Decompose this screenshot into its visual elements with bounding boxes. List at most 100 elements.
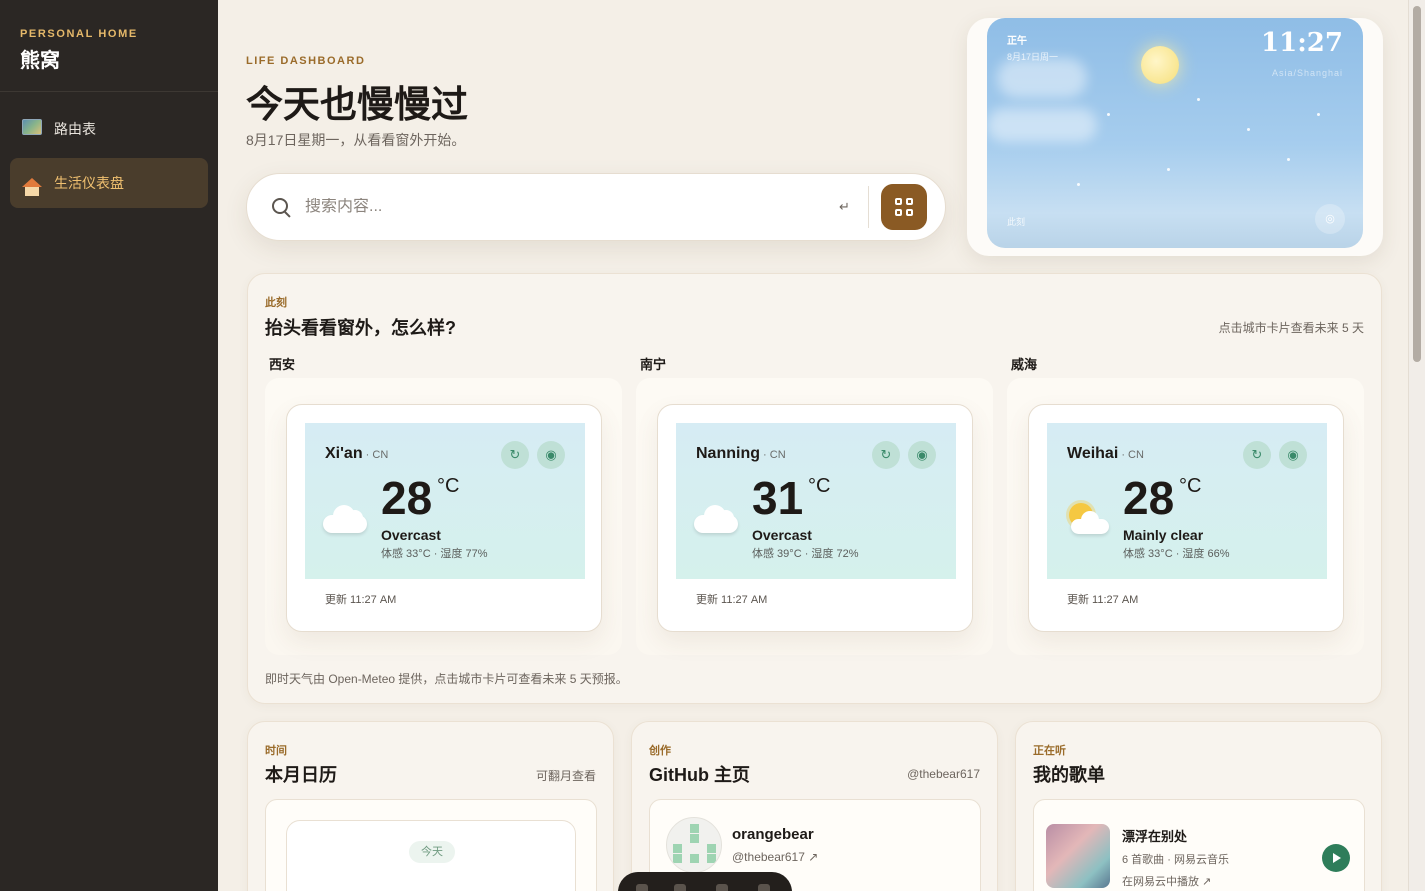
github-panel: 创作 GitHub 主页 @thebear617 orangebear @the… xyxy=(631,721,998,891)
house-icon xyxy=(22,173,42,196)
star-decoration xyxy=(1317,113,1320,116)
search-icon xyxy=(271,197,291,217)
clock-settings-button[interactable]: ◎ xyxy=(1315,204,1345,234)
sidebar-nav: 路由表 生活仪表盘 xyxy=(0,92,218,224)
hero-kicker: LIFE DASHBOARD xyxy=(246,55,366,67)
page-title: 今天也慢慢过 xyxy=(246,84,468,125)
weather-card-weihai[interactable]: Weihai · CN ↻ ◉ 28 °C Mainly clear 体感 33… xyxy=(1028,404,1344,632)
search-input[interactable] xyxy=(305,198,825,216)
weather-feels-like: 体感 33°C · 湿度 66% xyxy=(1123,548,1230,560)
github-handle-link[interactable]: @thebear617 ↗ xyxy=(732,850,818,864)
play-button[interactable] xyxy=(1322,844,1350,872)
weather-card-xian[interactable]: Xi'an · CN ↻ ◉ 28 °C Overcast 体感 33°C · … xyxy=(286,404,602,632)
weather-panel: 此刻 抬头看看窗外，怎么样? 点击城市卡片查看未来 5 天 西安 Xi'an ·… xyxy=(247,273,1382,704)
weather-description: Overcast xyxy=(752,527,812,543)
weather-city-name: Weihai · CN xyxy=(1067,445,1144,462)
mic-icon[interactable] xyxy=(636,884,648,891)
weather-card-body: Nanning · CN ↻ ◉ 31 °C Overcast 体感 39°C … xyxy=(676,423,956,579)
netease-link[interactable]: 在网易云中播放 ↗ xyxy=(1122,873,1211,889)
brand-subtitle: PERSONAL HOME xyxy=(20,28,138,40)
brand: PERSONAL HOME 熊窝 xyxy=(0,0,218,92)
cast-icon[interactable] xyxy=(674,884,686,891)
weather-country: · CN xyxy=(760,449,786,461)
map-icon xyxy=(22,119,42,139)
sidebar-item-label: 路由表 xyxy=(54,121,96,137)
sun-icon xyxy=(1141,46,1179,84)
calendar-panel: 时间 本月日历 可翻月查看 今天 xyxy=(247,721,614,891)
weather-unit: °C xyxy=(437,475,460,497)
brand-name: 熊窝 xyxy=(20,50,60,72)
star-decoration xyxy=(1287,158,1290,161)
settings-icon[interactable] xyxy=(758,884,770,891)
weather-hint: 点击城市卡片查看未来 5 天 xyxy=(1218,321,1364,335)
playlist-meta: 6 首歌曲 · 网易云音乐 xyxy=(1122,854,1229,866)
city-column-xian: 西安 Xi'an · CN ↻ ◉ 28 °C Overcast 体感 33°C… xyxy=(265,354,622,655)
today-button[interactable]: 今天 xyxy=(409,841,455,863)
settings-button[interactable]: ◉ xyxy=(908,441,936,469)
star-decoration xyxy=(1197,98,1200,101)
weather-card-body: Xi'an · CN ↻ ◉ 28 °C Overcast 体感 33°C · … xyxy=(305,423,585,579)
menu-icon[interactable] xyxy=(716,884,728,891)
weather-city-name: Xi'an · CN xyxy=(325,445,389,462)
weather-unit: °C xyxy=(808,475,831,497)
cloud-decoration xyxy=(997,58,1087,98)
cloud-icon xyxy=(694,505,738,533)
city-frame: Nanning · CN ↻ ◉ 31 °C Overcast 体感 39°C … xyxy=(636,378,993,655)
music-panel: 正在听 我的歌单 漂浮在别处 6 首歌曲 · 网易云音乐 在网易云中播放 ↗ xyxy=(1015,721,1382,891)
sidebar: PERSONAL HOME 熊窝 路由表 生活仪表盘 xyxy=(0,0,218,891)
calendar-container: 今天 xyxy=(265,799,597,891)
sidebar-item-label: 生活仪表盘 xyxy=(54,175,124,191)
playlist-title: 漂浮在别处 xyxy=(1122,829,1188,844)
github-kicker: 创作 xyxy=(649,745,671,757)
weather-country: · CN xyxy=(1118,449,1144,461)
calendar-frame: 今天 xyxy=(286,820,576,891)
floating-dock xyxy=(618,872,792,891)
refresh-button[interactable]: ↻ xyxy=(872,441,900,469)
calendar-kicker: 时间 xyxy=(265,745,287,757)
github-title: GitHub 主页 xyxy=(649,765,750,785)
weather-updated-time: 更新 11:27 AM xyxy=(696,594,768,606)
sidebar-item-life-dashboard[interactable]: 生活仪表盘 xyxy=(10,158,208,208)
city-label: 威海 xyxy=(1011,357,1038,372)
grid-icon xyxy=(894,198,913,216)
enter-icon[interactable]: ↵ xyxy=(839,199,850,215)
city-frame: Weihai · CN ↻ ◉ 28 °C Mainly clear 体感 33… xyxy=(1007,378,1364,655)
refresh-button[interactable]: ↻ xyxy=(1243,441,1271,469)
weather-temperature: 28 xyxy=(1123,472,1175,524)
star-decoration xyxy=(1247,128,1250,131)
page-subtitle: 8月17日星期一，从看看窗外开始。 xyxy=(246,132,466,148)
avatar xyxy=(666,817,722,873)
calendar-title: 本月日历 xyxy=(265,765,337,785)
star-decoration xyxy=(1077,183,1080,186)
apps-grid-button[interactable] xyxy=(880,184,927,230)
weather-temperature: 28 xyxy=(381,472,433,524)
settings-button[interactable]: ◉ xyxy=(537,441,565,469)
city-label: 南宁 xyxy=(640,357,667,372)
clock-period: 正午 xyxy=(1007,36,1027,47)
calendar-hint: 可翻月查看 xyxy=(535,769,596,783)
refresh-button[interactable]: ↻ xyxy=(501,441,529,469)
weather-description: Overcast xyxy=(381,527,441,543)
weather-temperature: 31 xyxy=(752,472,804,524)
weather-feels-like: 体感 39°C · 湿度 72% xyxy=(752,548,859,560)
scrollbar-thumb[interactable] xyxy=(1413,6,1421,362)
weather-card-nanning[interactable]: Nanning · CN ↻ ◉ 31 °C Overcast 体感 39°C … xyxy=(657,404,973,632)
weather-updated-time: 更新 11:27 AM xyxy=(325,594,397,606)
weather-updated-time: 更新 11:27 AM xyxy=(1067,594,1139,606)
sky-scene: 正午 8月17日周一 11:27 Asia/Shanghai 此刻 ◎ xyxy=(987,18,1363,248)
weather-unit: °C xyxy=(1179,475,1202,497)
star-decoration xyxy=(1167,168,1170,171)
playlist-card: 漂浮在别处 6 首歌曲 · 网易云音乐 在网易云中播放 ↗ xyxy=(1033,799,1365,891)
weather-footnote: 即时天气由 Open-Meteo 提供，点击城市卡片可查看未来 5 天预报。 xyxy=(265,672,628,686)
page-scrollbar[interactable] xyxy=(1408,0,1425,891)
city-column-nanning: 南宁 Nanning · CN ↻ ◉ 31 °C Overcast 体感 39… xyxy=(636,354,993,655)
sidebar-item-routes[interactable]: 路由表 xyxy=(10,104,208,154)
album-cover-image xyxy=(1046,824,1110,888)
settings-button[interactable]: ◉ xyxy=(1279,441,1307,469)
main-content: LIFE DASHBOARD 今天也慢慢过 8月17日星期一，从看看窗外开始。 … xyxy=(218,0,1408,891)
city-frame: Xi'an · CN ↻ ◉ 28 °C Overcast 体感 33°C · … xyxy=(265,378,622,655)
music-title: 我的歌单 xyxy=(1033,765,1105,785)
weather-description: Mainly clear xyxy=(1123,527,1204,543)
weather-feels-like: 体感 33°C · 湿度 77% xyxy=(381,548,488,560)
sun-cloud-icon xyxy=(1065,501,1111,537)
